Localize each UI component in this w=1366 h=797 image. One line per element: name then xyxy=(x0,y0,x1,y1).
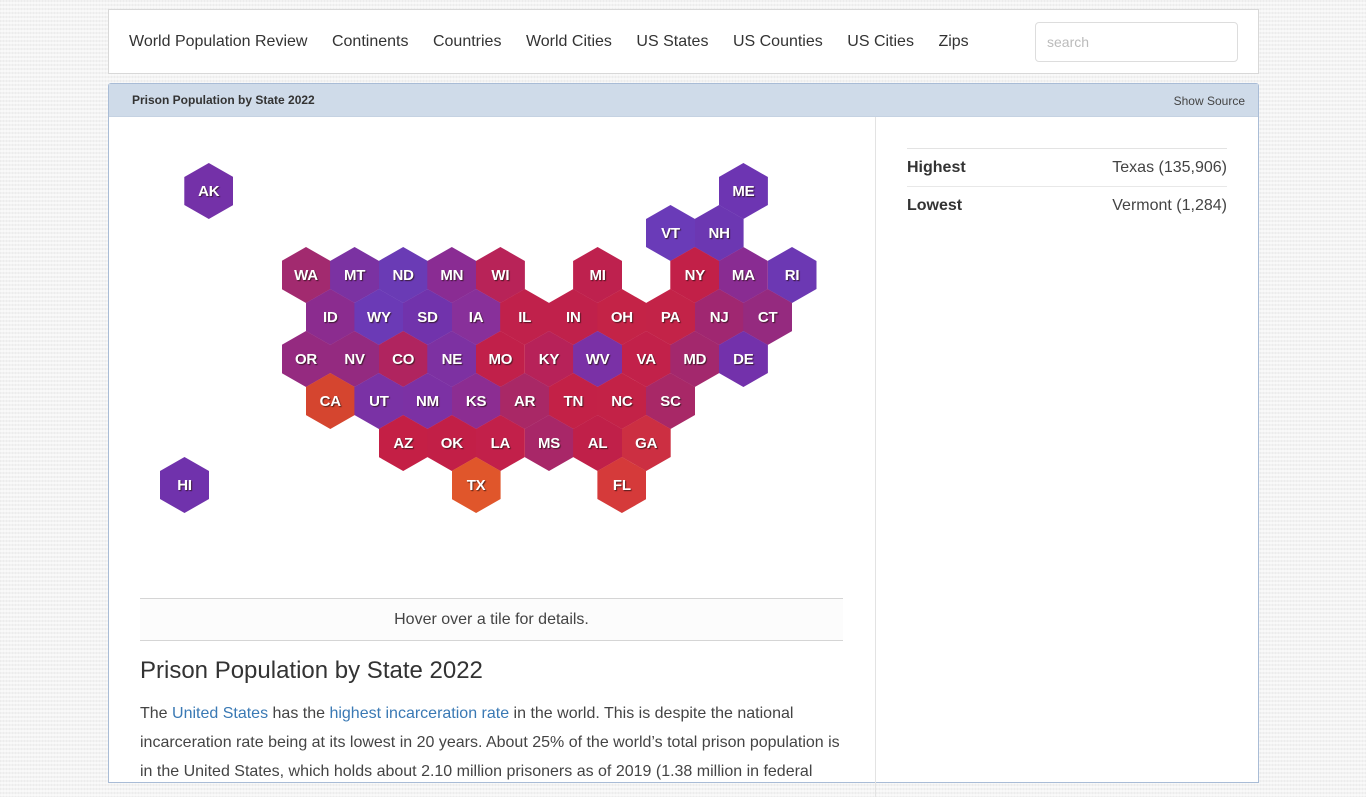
hex-tile-label: CT xyxy=(757,308,778,326)
hex-tile-label: WV xyxy=(585,350,610,368)
hex-tile-label: TN xyxy=(563,392,584,410)
hex-tile-label: VA xyxy=(636,350,657,368)
hex-tile-label: CA xyxy=(319,392,341,410)
map-column: AK ME VT NH WA MT ND MN WI MI NY MA RI ID WY SD IA IL IN OH… xyxy=(109,117,875,797)
nav-countries[interactable]: Countries xyxy=(433,33,501,51)
hex-tile-label: DE xyxy=(733,350,754,368)
stats-table: Highest Texas (135,906) Lowest Vermont (… xyxy=(907,148,1227,225)
hex-tile-label: VT xyxy=(661,224,680,242)
nav-us-counties[interactable]: US Counties xyxy=(733,33,823,51)
hex-tile-label: MA xyxy=(731,266,755,284)
highest-label: Highest xyxy=(907,158,966,176)
hex-tile-label: ND xyxy=(392,266,414,284)
hex-tile-label: WY xyxy=(367,308,391,326)
hex-tile-label: KY xyxy=(538,350,560,368)
hex-tile-label: PA xyxy=(660,308,681,326)
hex-tile-label: NV xyxy=(344,350,365,368)
stats-column: Highest Texas (135,906) Lowest Vermont (… xyxy=(875,117,1259,797)
panel-header: Prison Population by State 2022 Show Sou… xyxy=(109,84,1258,117)
hex-tile-label: NE xyxy=(441,350,463,368)
stat-row-highest: Highest Texas (135,906) xyxy=(907,149,1227,187)
hex-tile-label: IA xyxy=(468,308,484,326)
article-title: Prison Population by State 2022 xyxy=(140,657,483,684)
hex-tile-ak[interactable]: AK xyxy=(184,163,234,219)
hex-tile-label: TX xyxy=(466,476,486,494)
hex-tile-label: ME xyxy=(732,182,755,200)
hex-tile-label: OR xyxy=(294,350,318,368)
hex-tile-label: OK xyxy=(440,434,463,452)
hex-tile-label: OH xyxy=(610,308,633,326)
hex-tile-label: MD xyxy=(683,350,707,368)
lowest-label: Lowest xyxy=(907,197,963,214)
hex-tile-label: IN xyxy=(565,308,581,326)
hex-tile-label: NJ xyxy=(709,308,729,326)
nav-links: World Population Review Continents Count… xyxy=(129,10,993,73)
brand-link[interactable]: World Population Review xyxy=(129,33,307,51)
hex-tile-label: MT xyxy=(343,266,366,284)
hex-tile-label: NY xyxy=(684,266,706,284)
text-segment: The xyxy=(140,705,173,722)
incarceration-rate-link[interactable]: highest incarceration rate xyxy=(329,705,509,722)
hex-tile-label: IL xyxy=(518,308,532,326)
hex-tile-label: NH xyxy=(708,224,730,242)
hex-tile-label: MN xyxy=(440,266,464,284)
hex-tile-label: MS xyxy=(537,434,561,452)
highest-value: Texas (135,906) xyxy=(1112,158,1227,176)
hex-tile-label: WA xyxy=(294,266,318,284)
hex-tile-label: MO xyxy=(488,350,513,368)
hex-tile-label: WI xyxy=(491,266,510,284)
hex-tile-label: AR xyxy=(514,392,536,410)
lowest-value: Vermont (1,284) xyxy=(1112,197,1227,214)
hex-tile-label: SD xyxy=(417,308,438,326)
hex-tile-label: GA xyxy=(635,434,658,452)
hex-tile-label: AK xyxy=(198,182,220,200)
hex-tile-label: KS xyxy=(465,392,487,410)
hex-tile-label: AL xyxy=(587,434,608,452)
text-segment: has the xyxy=(268,705,330,722)
nav-world-cities[interactable]: World Cities xyxy=(526,33,612,51)
hex-tile-map: AK ME VT NH WA MT ND MN WI MI NY MA RI ID WY SD IA IL IN OH… xyxy=(109,117,875,587)
search-input[interactable] xyxy=(1035,22,1238,62)
hex-tile-label: CO xyxy=(392,350,415,368)
nav-us-cities[interactable]: US Cities xyxy=(847,33,914,51)
hex-tile-label: NC xyxy=(611,392,633,410)
show-source-button[interactable]: Show Source xyxy=(1174,94,1245,108)
hex-tile-hi[interactable]: HI xyxy=(160,457,209,513)
united-states-link[interactable]: United States xyxy=(172,705,268,722)
stat-row-lowest: Lowest Vermont (1,284) xyxy=(907,187,1227,225)
hex-tile-label: ID xyxy=(322,308,338,326)
hex-tile-label: UT xyxy=(369,392,389,410)
hex-tile-label: AZ xyxy=(393,434,413,452)
panel-title: Prison Population by State 2022 xyxy=(132,93,315,107)
content-panel: Prison Population by State 2022 Show Sou… xyxy=(108,83,1259,797)
top-navbar: World Population Review Continents Count… xyxy=(108,9,1259,74)
nav-zips[interactable]: Zips xyxy=(938,33,968,51)
hex-tile-label: FL xyxy=(612,476,631,494)
hex-tile-label: RI xyxy=(784,266,800,284)
hex-tile-label: HI xyxy=(177,476,192,494)
hex-tile-label: LA xyxy=(490,434,511,452)
article-paragraph: The United States has the highest incarc… xyxy=(140,699,850,786)
hover-details-box: Hover over a tile for details. xyxy=(140,598,843,641)
nav-continents[interactable]: Continents xyxy=(332,33,409,51)
hex-tile-label: NM xyxy=(416,392,439,410)
nav-us-states[interactable]: US States xyxy=(636,33,708,51)
hex-tile-label: SC xyxy=(660,392,681,410)
hex-tile-label: MI xyxy=(589,266,606,284)
